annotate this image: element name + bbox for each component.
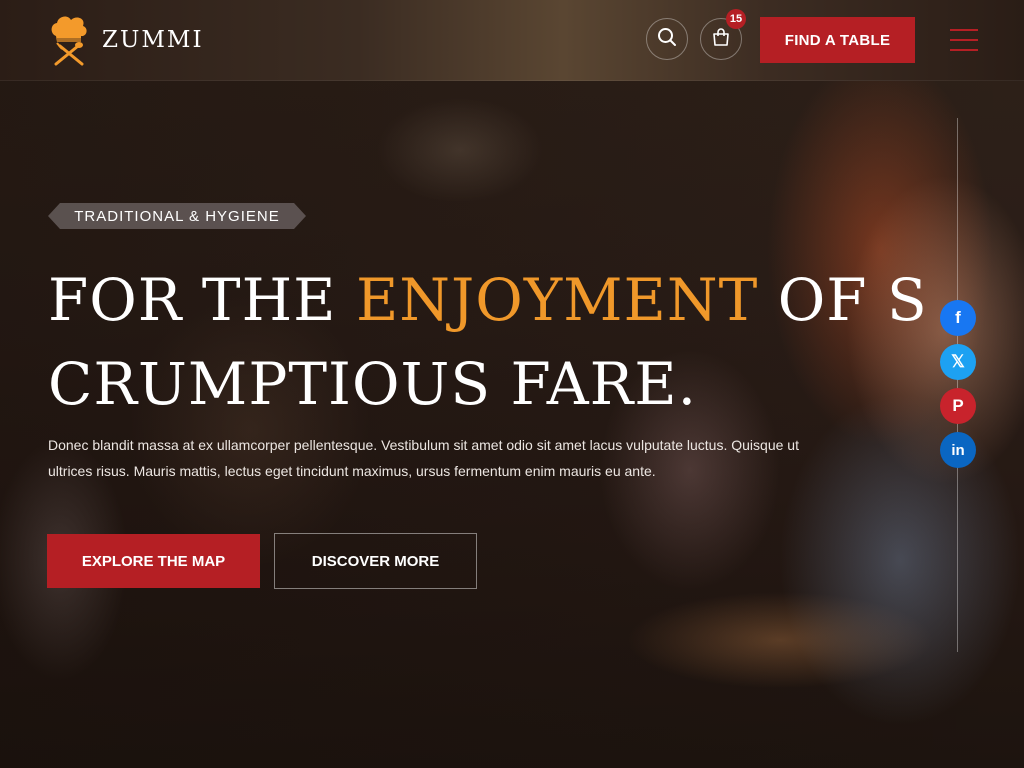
search-button[interactable] [646, 18, 688, 60]
headline-accent: ENJOYMENT [355, 266, 759, 334]
explore-the-map-button[interactable]: EXPLORE THE MAP [47, 534, 260, 588]
logo[interactable]: ZUMMI [48, 12, 208, 68]
hero-tag-badge: TRADITIONAL & HYGIENE [48, 199, 306, 233]
hero-description: Donec blandit massa at ex ullamcorper pe… [48, 437, 799, 479]
search-icon [657, 27, 677, 51]
discover-more-button[interactable]: DISCOVER MORE [274, 533, 477, 589]
hero-tag-text: TRADITIONAL & HYGIENE [74, 207, 280, 225]
site-header: ZUMMI 15 FIND A TABLE [0, 0, 1024, 81]
social-divider-line [957, 118, 958, 652]
shopping-bag-icon [711, 27, 731, 51]
hamburger-menu-icon[interactable] [950, 29, 978, 51]
chef-hat-utensils-icon [48, 12, 90, 68]
x-twitter-icon[interactable]: 𝕏 [940, 344, 976, 380]
pinterest-icon[interactable]: P [940, 388, 976, 424]
linkedin-icon[interactable]: in [940, 432, 976, 468]
cart-count-badge: 15 [726, 9, 746, 29]
logo-text: ZUMMI [102, 27, 204, 53]
facebook-icon[interactable]: f [940, 300, 976, 336]
hero-headline: FOR THE ENJOYMENT OF S CRUMPTIOUS FARE. [48, 258, 948, 426]
headline-part-1: FOR THE [48, 266, 356, 334]
find-a-table-button[interactable]: FIND A TABLE [760, 17, 915, 63]
